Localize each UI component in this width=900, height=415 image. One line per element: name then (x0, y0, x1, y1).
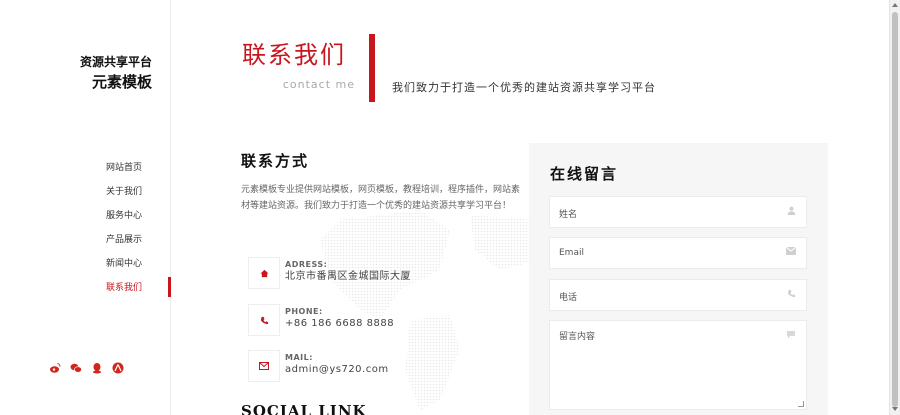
social-link-heading: SOCIAL LINK (241, 402, 367, 415)
wechat-icon[interactable] (70, 362, 82, 374)
logo-line2: 元素模板 (91, 73, 152, 91)
address-value: 北京市番禺区金城国际大厦 (285, 271, 411, 282)
form-heading: 在线留言 (550, 165, 619, 183)
phone-label: PHONE: (285, 307, 323, 316)
sidebar: 资源共享平台 元素模板 网站首页 关于我们 服务中心 产品展示 新闻中心 联系我… (0, 0, 171, 415)
page-title-block: 联系我们 contact me (242, 40, 355, 91)
phone-icon (248, 304, 280, 336)
nav-item-contact[interactable]: 联系我们 (0, 276, 171, 300)
main-nav: 网站首页 关于我们 服务中心 产品展示 新闻中心 联系我们 (0, 156, 171, 300)
phone-icon (785, 289, 797, 301)
page-title: 联系我们 (242, 41, 346, 69)
scroll-thumb[interactable] (892, 12, 898, 407)
contact-description: 元素模板专业提供网站模板，网页模板，教程培训，程序插件，网站素材等建站资源。我们… (241, 185, 521, 211)
mail-label: MAIL: (285, 353, 313, 362)
resize-handle[interactable] (798, 401, 804, 407)
message-textarea[interactable]: 留言内容 (549, 320, 807, 410)
name-placeholder: 姓名 (559, 210, 578, 220)
logo-line1: 资源共享平台 (79, 55, 152, 69)
page-scrollbar[interactable] (889, 0, 900, 415)
home-icon (248, 257, 280, 289)
nav-item-service[interactable]: 服务中心 (0, 204, 170, 228)
contact-address: ADRESS: 北京市番禺区金城国际大厦 (248, 257, 411, 289)
title-divider (369, 34, 375, 102)
email-input[interactable]: Email (549, 237, 807, 269)
nav-item-news[interactable]: 新闻中心 (0, 252, 170, 276)
comment-icon (785, 330, 797, 342)
contact-heading: 联系方式 (241, 152, 310, 170)
contact-mail: MAIL: admin@ys720.com (248, 350, 389, 382)
qq-icon[interactable] (91, 362, 103, 374)
nav-item-products[interactable]: 产品展示 (0, 228, 170, 252)
scroll-up-arrow-icon[interactable] (892, 3, 898, 7)
email-placeholder: Email (559, 248, 584, 258)
weibo-icon[interactable] (49, 362, 61, 374)
mail-value[interactable]: admin@ys720.com (285, 363, 389, 376)
phone-placeholder: 电话 (559, 293, 578, 303)
page-subtitle: contact me (282, 78, 355, 91)
phone-input[interactable]: 电话 (549, 279, 807, 311)
nav-item-home[interactable]: 网站首页 (0, 156, 170, 180)
scroll-down-arrow-icon[interactable] (892, 407, 898, 411)
mail-icon (248, 350, 280, 382)
renren-icon[interactable] (112, 362, 124, 374)
user-icon (785, 206, 797, 218)
address-label: ADRESS: (285, 260, 328, 269)
social-links (49, 362, 124, 374)
phone-value: +86 186 6688 8888 (285, 318, 395, 329)
nav-item-about[interactable]: 关于我们 (0, 180, 170, 204)
message-form: 在线留言 姓名 Email 电话 留言内容 (529, 143, 828, 415)
message-placeholder: 留言内容 (559, 332, 596, 342)
page-slogan: 我们致力于打造一个优秀的建站资源共享学习平台 (392, 81, 656, 94)
envelope-icon (785, 246, 797, 259)
contact-phone: PHONE: +86 186 6688 8888 (248, 304, 394, 336)
name-input[interactable]: 姓名 (549, 196, 807, 228)
logo[interactable]: 资源共享平台 元素模板 (80, 54, 152, 92)
